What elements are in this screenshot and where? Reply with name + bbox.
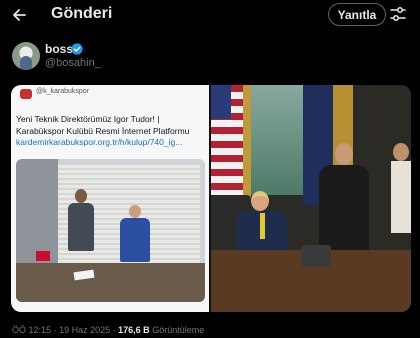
person-blue-shirt [118, 205, 152, 271]
desk-item [301, 245, 331, 267]
author-handle[interactable]: @bosahin_ [45, 57, 101, 69]
back-button[interactable] [8, 4, 30, 26]
person-right-edge [391, 143, 411, 233]
embedded-text-line2: Karabükspor Kulübü Resmi İnternet Platfo… [16, 126, 190, 136]
post-media[interactable]: @k_karabukspor Yeni Teknik Direktörümüz … [11, 85, 411, 312]
author-name[interactable]: boss [45, 42, 73, 56]
back-arrow-icon [13, 9, 26, 21]
handshake-photo-office [16, 159, 205, 302]
oval-office-photo[interactable] [211, 85, 411, 312]
views-count: 176,6 B [118, 325, 150, 335]
post-time: ÖÖ 12:15 [12, 325, 52, 335]
settings-button[interactable] [389, 5, 407, 23]
views-label: Görüntüleme [152, 325, 205, 335]
club-logo [20, 89, 32, 99]
meta-separator-2: · [112, 325, 116, 335]
desk-flag [36, 251, 50, 261]
desk [16, 263, 205, 302]
embedded-handle: @k_karabukspor [36, 88, 90, 95]
meta-separator: · [53, 325, 57, 335]
us-flag-canton [211, 85, 231, 119]
embedded-link: kardemirkarabukspor.org.tr/h/kulup/740_i… [16, 137, 183, 147]
avatar[interactable] [12, 42, 40, 70]
reply-button[interactable]: Yanıtla [328, 3, 386, 26]
verified-badge-icon [71, 43, 83, 55]
post-meta: ÖÖ 12:15 · 19 Haz 2025 · 176,6 B Görüntü… [12, 325, 204, 335]
top-bar: Gönderi Yanıtla [0, 0, 420, 30]
page-title: Gönderi [51, 5, 113, 22]
embedded-screenshot[interactable]: @k_karabukspor Yeni Teknik Direktörümüz … [11, 85, 209, 312]
post-date[interactable]: 19 Haz 2025 [59, 325, 110, 335]
embedded-text-line1: Yeni Teknik Direktörümüz Igor Tudor! | [16, 114, 160, 124]
settings-sliders-icon [390, 7, 406, 21]
person-standing [66, 189, 96, 273]
